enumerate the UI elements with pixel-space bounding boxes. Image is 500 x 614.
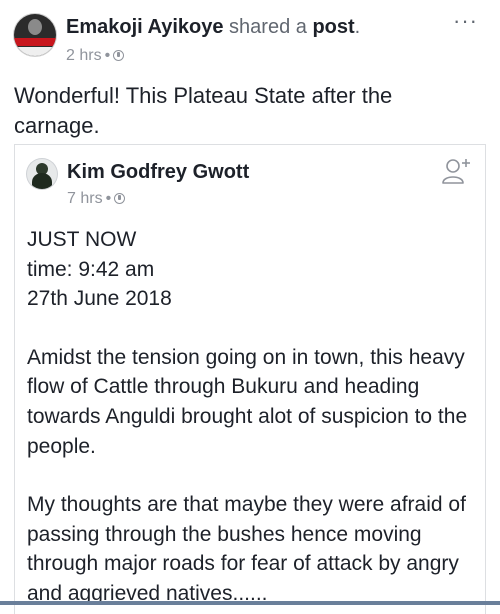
avatar-banner-text (14, 47, 56, 56)
more-options-icon[interactable]: ··· (453, 10, 478, 32)
date-line: 27th June 2018 (27, 287, 172, 311)
meta-separator: • (105, 190, 112, 207)
avatar-head (28, 19, 42, 35)
meta-separator: • (104, 47, 111, 64)
post-header-line: Emakoji Ayikoye shared a post. (66, 14, 360, 40)
avatar-banner (14, 38, 56, 46)
header-period: . (354, 16, 361, 38)
avatar-body (32, 173, 52, 189)
shared-post-card[interactable]: Kim Godfrey Gwott 7 hrs • JUST NOW time: … (14, 144, 486, 614)
author-avatar[interactable] (14, 14, 56, 56)
shared-author-name[interactable]: Kim Godfrey Gwott (67, 159, 249, 185)
paragraph-1: Amidst the tension going on in town, thi… (27, 345, 468, 458)
time-line: time: 9:42 am (27, 257, 155, 281)
add-friend-icon[interactable] (441, 157, 471, 185)
post-meta: 2 hrs • (66, 46, 125, 66)
shared-text: shared a (229, 16, 307, 38)
headline-line: JUST NOW (27, 228, 137, 251)
globe-icon[interactable] (113, 50, 125, 61)
shared-author-avatar[interactable] (27, 159, 57, 189)
author-name[interactable]: Emakoji Ayikoye (66, 16, 223, 38)
shared-post-body: JUST NOW time: 9:42 am 27th June 2018 Am… (27, 225, 477, 609)
post-caption: Wonderful! This Plateau State after the … (14, 83, 393, 138)
feed-post: Emakoji Ayikoye shared a post. 2 hrs • ··… (0, 0, 500, 614)
post-timestamp[interactable]: 2 hrs (66, 47, 102, 64)
bottom-edge-bar (0, 601, 500, 605)
paragraph-2: My thoughts are that maybe they were afr… (27, 493, 466, 605)
globe-icon[interactable] (114, 193, 126, 204)
shared-post-timestamp[interactable]: 7 hrs (67, 190, 103, 207)
shared-post-link[interactable]: post (312, 16, 354, 38)
shared-post-meta: 7 hrs • (67, 189, 126, 209)
